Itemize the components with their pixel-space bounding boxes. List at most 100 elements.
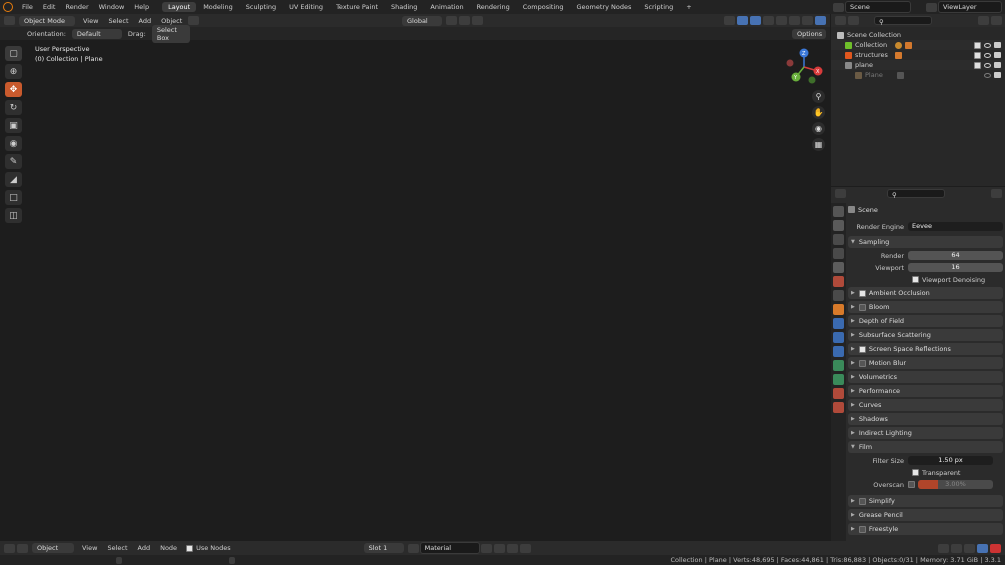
view-layer-icon[interactable] bbox=[926, 2, 937, 12]
nodes-shading-icon[interactable] bbox=[977, 543, 988, 553]
node-menu-node[interactable]: Node bbox=[155, 544, 182, 552]
arch-wall-model[interactable] bbox=[402, 237, 540, 327]
menu-window[interactable]: Window bbox=[94, 3, 130, 11]
workspace-tab-animation[interactable]: Animation bbox=[424, 2, 469, 12]
sampling-panel-header[interactable]: ▼ Sampling bbox=[848, 236, 1003, 248]
object-tab-icon[interactable] bbox=[833, 304, 844, 315]
exclude-checkbox[interactable] bbox=[974, 51, 981, 59]
physics-tab-icon[interactable] bbox=[833, 346, 844, 357]
workspace-tab-compositing[interactable]: Compositing bbox=[517, 2, 570, 12]
exclude-checkbox[interactable] bbox=[974, 41, 981, 49]
tool-tab-icon[interactable] bbox=[833, 206, 844, 217]
viewport-menu-select[interactable]: Select bbox=[103, 17, 133, 25]
object-actions-icon[interactable] bbox=[188, 16, 200, 25]
modifiers-tab-icon[interactable] bbox=[833, 318, 844, 329]
outliner-editor-icon[interactable] bbox=[835, 16, 846, 25]
camera-view-icon[interactable]: ◉ bbox=[812, 122, 825, 135]
workspace-tab-geometry-nodes[interactable]: Geometry Nodes bbox=[571, 2, 638, 12]
options-dropdown[interactable]: Options bbox=[792, 28, 826, 39]
view-layer-selector[interactable]: ViewLayer bbox=[938, 1, 1002, 13]
snap-icon[interactable] bbox=[459, 16, 470, 25]
orientation-dropdown[interactable]: Default bbox=[71, 28, 122, 39]
material-sphere-icon[interactable] bbox=[407, 543, 419, 553]
gizmo-toggle-icon[interactable] bbox=[737, 16, 748, 25]
overscan-checkbox[interactable] bbox=[908, 481, 915, 488]
world-tab-icon[interactable] bbox=[833, 276, 844, 287]
blender-logo-icon[interactable] bbox=[3, 2, 13, 12]
panel-checkbox[interactable] bbox=[858, 289, 866, 297]
duplicate-material-icon[interactable] bbox=[493, 543, 505, 553]
workspace-tab-shading[interactable]: Shading bbox=[385, 2, 423, 12]
outliner-item-structures[interactable]: structures bbox=[831, 50, 1005, 60]
xray-icon[interactable] bbox=[763, 16, 774, 25]
rendered-shading-icon[interactable] bbox=[815, 16, 826, 25]
overscan-field[interactable]: 3.00% bbox=[918, 480, 993, 489]
workspace-tab-layout[interactable]: Layout bbox=[162, 2, 197, 12]
viewport-denoising-checkbox[interactable] bbox=[912, 276, 919, 283]
scene-collection-row[interactable]: Scene Collection bbox=[831, 30, 1005, 40]
constraints-tab-icon[interactable] bbox=[833, 360, 844, 371]
small-houses-left[interactable] bbox=[20, 167, 226, 242]
render-samples-field[interactable]: 64 bbox=[908, 251, 1003, 260]
node-menu-select[interactable]: Select bbox=[102, 544, 132, 552]
panel-volumetrics[interactable]: ▶ Volumetrics bbox=[848, 371, 1003, 383]
proportional-edit-icon[interactable] bbox=[472, 16, 483, 25]
viewport-menu-view[interactable]: View bbox=[78, 17, 103, 25]
small-houses-bottom[interactable] bbox=[5, 310, 175, 402]
viewport-denoising-row[interactable]: Viewport Denoising bbox=[848, 274, 1003, 285]
rotate-tool-icon[interactable]: ↻ bbox=[5, 100, 22, 115]
output-tab-icon[interactable] bbox=[833, 234, 844, 245]
properties-search-input[interactable]: ⚲ bbox=[887, 189, 945, 199]
workspace-tab-sculpting[interactable]: Sculpting bbox=[240, 2, 282, 12]
view-layer-tab-icon[interactable] bbox=[833, 248, 844, 259]
data-tab-icon[interactable] bbox=[833, 374, 844, 385]
properties-options-icon[interactable] bbox=[991, 189, 1002, 198]
visibility-eye-icon[interactable] bbox=[984, 72, 991, 78]
outliner-item-plane-object[interactable]: Plane bbox=[831, 70, 1005, 80]
3d-viewport[interactable] bbox=[0, 27, 830, 541]
render-camera-icon[interactable] bbox=[994, 52, 1001, 58]
panel-checkbox[interactable] bbox=[858, 497, 866, 505]
workspace-tab-rendering[interactable]: Rendering bbox=[471, 2, 516, 12]
transform-tool-icon[interactable]: ◉ bbox=[5, 136, 22, 151]
panel-depth-of-field[interactable]: ▶ Depth of Field bbox=[848, 315, 1003, 327]
panel-curves[interactable]: ▶ Curves bbox=[848, 399, 1003, 411]
node-menu-add[interactable]: Add bbox=[133, 544, 156, 552]
panel-grease-pencil[interactable]: ▶ Grease Pencil bbox=[848, 509, 1003, 521]
shader-type-icon[interactable] bbox=[17, 543, 28, 553]
node-menu-view[interactable]: View bbox=[77, 544, 102, 552]
scale-tool-icon[interactable]: ▣ bbox=[5, 118, 22, 133]
use-nodes-checkbox[interactable] bbox=[186, 544, 194, 552]
add-workspace-button[interactable]: + bbox=[680, 2, 697, 12]
slot-dropdown[interactable]: Slot 1 bbox=[363, 543, 404, 553]
ortho-grid-icon[interactable]: ▦ bbox=[812, 138, 825, 151]
workspace-tab-texture-paint[interactable]: Texture Paint bbox=[330, 2, 384, 12]
pin-icon[interactable] bbox=[519, 543, 531, 553]
exclude-checkbox[interactable] bbox=[974, 61, 981, 69]
workspace-tab-modeling[interactable]: Modeling bbox=[197, 2, 239, 12]
scene-tab-icon[interactable] bbox=[833, 262, 844, 273]
panel-indirect-lighting[interactable]: ▶ Indirect Lighting bbox=[848, 427, 1003, 439]
display-mode-icon[interactable] bbox=[848, 16, 859, 25]
select-box-tool-icon[interactable]: ▢ bbox=[5, 46, 22, 61]
transform-orientation-dropdown[interactable]: Global bbox=[402, 15, 442, 26]
menu-edit[interactable]: Edit bbox=[38, 3, 61, 11]
measure-tool-icon[interactable]: ◢ bbox=[5, 172, 22, 187]
visibility-eye-icon[interactable] bbox=[984, 52, 991, 58]
zoom-icon[interactable]: ⚲ bbox=[812, 90, 825, 103]
panel-checkbox[interactable] bbox=[858, 345, 866, 353]
panel-bloom[interactable]: ▶ Bloom bbox=[848, 301, 1003, 313]
unlink-material-icon[interactable] bbox=[506, 543, 518, 553]
outliner-item-collection[interactable]: Collection bbox=[831, 40, 1005, 50]
outliner-search-input[interactable]: ⚲ bbox=[874, 16, 932, 26]
panel-performance[interactable]: ▶ Performance bbox=[848, 385, 1003, 397]
panel-motion-blur[interactable]: ▶ Motion Blur bbox=[848, 357, 1003, 369]
panel-shadows[interactable]: ▶ Shadows bbox=[848, 413, 1003, 425]
windmill-model[interactable] bbox=[158, 146, 347, 448]
render-engine-dropdown[interactable]: Eevee bbox=[908, 222, 1003, 231]
snap-node-icon[interactable] bbox=[938, 543, 949, 553]
add-cube-tool-icon[interactable]: □ bbox=[5, 190, 22, 205]
menu-file[interactable]: File bbox=[17, 3, 38, 11]
new-collection-icon[interactable] bbox=[991, 16, 1002, 25]
scene-selector[interactable]: Scene bbox=[845, 1, 911, 13]
